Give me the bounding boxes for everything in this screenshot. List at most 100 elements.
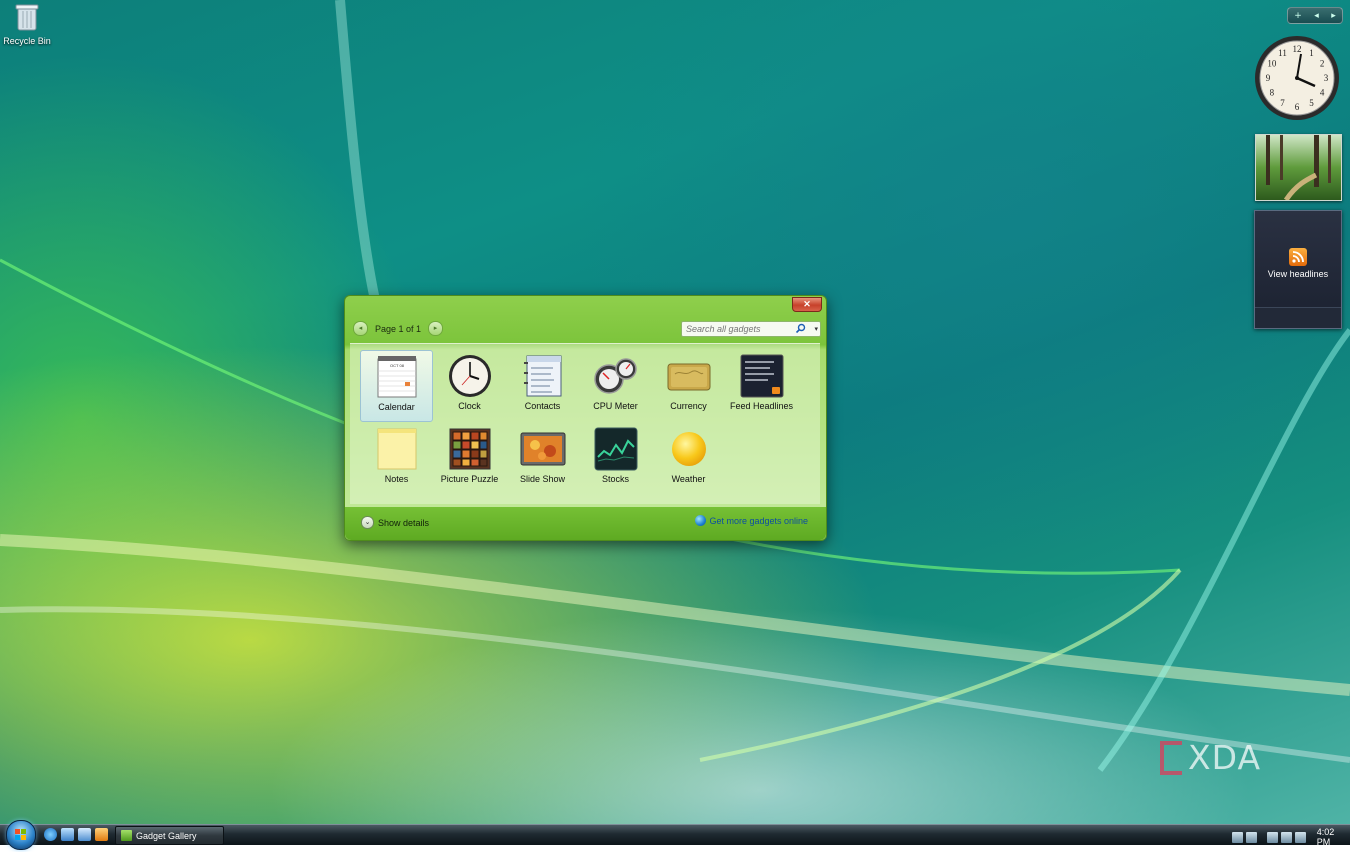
gadget-label: Picture Puzzle (440, 474, 499, 484)
clock-numeral: 1 (1309, 48, 1314, 58)
gadget-label: Notes (384, 474, 409, 484)
gadget-gallery-window: ✕ ◂ Page 1 of 1 ▸ ▾ OCT 08 (344, 295, 827, 541)
clock-numeral: 4 (1320, 88, 1325, 98)
clock-numeral: 6 (1295, 102, 1300, 112)
search-icon[interactable] (795, 323, 806, 334)
taskbar: Gadget Gallery 4:02 PM (0, 820, 1350, 850)
gadget-notes[interactable]: Notes (360, 423, 433, 495)
gadget-cpu-meter[interactable]: CPU Meter (579, 350, 652, 422)
internet-explorer-icon[interactable] (44, 828, 57, 841)
show-details-toggle[interactable]: ⌄ Show details (361, 516, 429, 529)
clock-numeral: 12 (1293, 44, 1302, 54)
xda-bracket-icon (1160, 740, 1182, 775)
gadget-label: Weather (671, 474, 706, 484)
sidebar-next-button[interactable]: ▸ (1331, 11, 1336, 21)
picture-puzzle-icon (449, 428, 490, 470)
gadget-feed-headlines[interactable]: Feed Headlines (725, 350, 798, 422)
feed-footer (1255, 307, 1341, 328)
xda-watermark-text: XDA (1188, 738, 1262, 777)
gadget-label: Currency (670, 401, 707, 411)
gadget-label: Stocks (601, 474, 629, 484)
volume-icon[interactable] (1294, 831, 1306, 843)
search-input[interactable] (682, 322, 798, 336)
globe-icon (695, 515, 707, 526)
desktop: Recycle Bin + ◂ ▸ 12 1 2 3 4 5 6 7 8 9 10 11 (0, 0, 1350, 824)
network-status-icon[interactable] (1245, 831, 1257, 843)
page-next-button[interactable]: ▸ (428, 321, 444, 336)
language-bar-icon[interactable] (1232, 831, 1243, 843)
switch-windows-icon[interactable] (78, 828, 91, 841)
forest-photo (1256, 135, 1341, 200)
clock-numeral: 3 (1324, 73, 1329, 83)
recycle-bin[interactable]: Recycle Bin (2, 2, 52, 46)
gadget-stocks[interactable]: Stocks (579, 423, 652, 495)
rss-icon (1289, 248, 1307, 266)
gadget-picture-puzzle[interactable]: Picture Puzzle (433, 423, 506, 495)
view-headlines-link[interactable]: View headlines (1255, 269, 1341, 279)
clock-numeral: 11 (1278, 48, 1287, 58)
gadget-label: Calendar (378, 402, 415, 412)
calendar-icon: OCT 08 (377, 356, 416, 398)
gadget-label: Clock (458, 401, 481, 411)
power-icon[interactable] (1266, 831, 1278, 843)
gadget-contacts[interactable]: Contacts (506, 350, 579, 422)
gadget-calendar[interactable]: OCT 08 Calendar (360, 350, 433, 422)
get-more-gadgets-label: Get more gadgets online (709, 515, 808, 526)
show-details-label: Show details (378, 517, 430, 528)
gadget-slide-show[interactable]: Slide Show (506, 423, 579, 495)
search-dropdown-icon[interactable]: ▾ (814, 325, 818, 333)
gallery-footer: ⌄ Show details Get more gadgets online (345, 507, 826, 540)
taskbar-button-gadget-gallery[interactable]: Gadget Gallery (115, 826, 224, 845)
quick-launch (44, 828, 112, 841)
gadget-label: Contacts (524, 401, 561, 411)
clock-icon (448, 355, 491, 397)
system-tray: 4:02 PM (1232, 827, 1350, 847)
recycle-bin-icon (15, 4, 39, 31)
clock-time[interactable]: 4:02 PM (1317, 827, 1350, 847)
clock-numeral: 5 (1309, 98, 1314, 108)
cpu-meter-icon (593, 358, 637, 394)
start-button[interactable] (6, 820, 36, 850)
gadget-label: Slide Show (519, 474, 566, 484)
page-prev-button[interactable]: ◂ (353, 321, 368, 336)
sidebar-slideshow-gadget[interactable] (1255, 134, 1342, 201)
recycle-bin-label: Recycle Bin (3, 36, 51, 46)
chevron-down-icon: ⌄ (361, 516, 374, 529)
clock-numeral: 9 (1266, 73, 1271, 83)
windows-logo-icon (15, 829, 26, 840)
show-desktop-icon[interactable] (61, 828, 74, 841)
clock-numeral: 8 (1270, 88, 1275, 98)
gadget-label: Feed Headlines (729, 401, 794, 411)
gadget-currency[interactable]: Currency (652, 350, 725, 422)
xda-watermark-logo: XDA (1160, 738, 1261, 777)
gadget-clock[interactable]: Clock (433, 350, 506, 422)
sidebar-prev-button[interactable]: ◂ (1314, 11, 1319, 21)
gadget-label: CPU Meter (593, 401, 638, 411)
search-box: ▾ (681, 321, 821, 337)
slide-show-icon (520, 432, 565, 466)
currency-icon (667, 363, 710, 391)
clock-numeral: 10 (1267, 59, 1277, 69)
page-indicator: Page 1 of 1 (375, 323, 422, 334)
add-gadget-button[interactable]: + (1294, 11, 1302, 21)
notes-icon (377, 428, 416, 470)
pager: ◂ Page 1 of 1 ▸ (353, 321, 444, 336)
media-player-icon[interactable] (95, 828, 108, 841)
contacts-icon (523, 355, 561, 397)
sidebar-controls: + ◂ ▸ (1287, 7, 1343, 24)
gadget-gallery-icon (121, 830, 132, 841)
calendar-icon-text: OCT 08 (390, 363, 405, 368)
gadget-grid: OCT 08 Calendar Clock Contacts CPU Meter… (360, 350, 798, 495)
sidebar-clock-gadget[interactable]: 12 12 3 45678 9 1011 (1253, 34, 1341, 122)
feed-headlines-icon (740, 354, 783, 398)
stocks-icon (594, 427, 637, 471)
clock-numeral: 7 (1280, 98, 1285, 108)
gadget-list-panel: OCT 08 Calendar Clock Contacts CPU Meter… (350, 343, 820, 504)
sidebar-feed-headlines-gadget[interactable]: View headlines (1254, 210, 1342, 329)
gadget-weather[interactable]: Weather (652, 423, 725, 495)
get-more-gadgets-link[interactable]: Get more gadgets online (695, 515, 808, 526)
network-icon[interactable] (1280, 831, 1292, 843)
clock-numeral: 2 (1320, 59, 1325, 69)
taskbar-button-label: Gadget Gallery (136, 830, 197, 841)
close-button[interactable]: ✕ (792, 297, 822, 312)
